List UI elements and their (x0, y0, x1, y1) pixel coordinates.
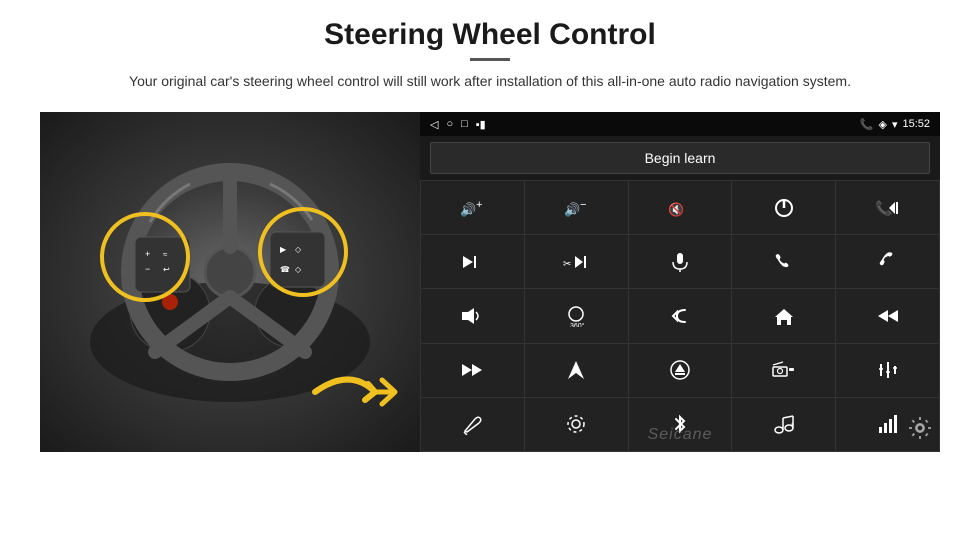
android-controls-wrapper: 🔊+ 🔊− 🔇 (420, 180, 940, 452)
horn-button[interactable] (421, 289, 524, 342)
rew-button[interactable] (836, 289, 939, 342)
status-bar-left: ◁ ○ □ ▪▮ (430, 118, 486, 131)
svg-text:🔇: 🔇 (668, 202, 684, 217)
page-title: Steering Wheel Control (129, 18, 851, 52)
bluetooth-button[interactable] (629, 398, 732, 451)
svg-text:+: + (790, 422, 794, 429)
android-panel: ◁ ○ □ ▪▮ 📞 ◈ ▾ 15:52 Begin learn (420, 112, 940, 452)
status-bar: ◁ ○ □ ▪▮ 📞 ◈ ▾ 15:52 (420, 112, 940, 136)
back-nav-icon[interactable]: ◁ (430, 118, 438, 131)
fwd-button[interactable] (421, 344, 524, 397)
content-row: + − ≈ ↩ ▶ ◇ ☎ ◇ (40, 112, 940, 452)
svg-text:🔊: 🔊 (460, 201, 476, 218)
gear-settings-icon[interactable] (908, 416, 932, 446)
mic-button[interactable] (629, 235, 732, 288)
recent-nav-icon[interactable]: □ (461, 118, 468, 130)
highlight-right-circle (258, 207, 348, 297)
music-button[interactable]: + (732, 398, 835, 451)
car-image-panel: + − ≈ ↩ ▶ ◇ ☎ ◇ (40, 112, 420, 452)
begin-learn-bar: Begin learn (420, 136, 940, 180)
status-time: 15:52 (902, 118, 930, 130)
svg-text:🔊: 🔊 (564, 201, 580, 218)
begin-learn-button[interactable]: Begin learn (430, 142, 930, 174)
vol-up-button[interactable]: 🔊+ (421, 181, 524, 234)
mute-button[interactable]: 🔇 (629, 181, 732, 234)
wifi-icon: ▾ (892, 118, 898, 131)
battery-status-icon: ▪▮ (476, 118, 486, 131)
car-background: + − ≈ ↩ ▶ ◇ ☎ ◇ (40, 112, 420, 452)
svg-text:360°: 360° (570, 322, 585, 327)
svg-text:−: − (580, 199, 586, 211)
eq-button[interactable] (836, 344, 939, 397)
ff-button[interactable]: ✂ (525, 235, 628, 288)
page-container: Steering Wheel Control Your original car… (0, 0, 980, 548)
nav-button[interactable] (525, 344, 628, 397)
radio-button[interactable] (732, 344, 835, 397)
svg-text:✂: ✂ (563, 259, 571, 270)
360-button[interactable]: 360° (525, 289, 628, 342)
eject-button[interactable] (629, 344, 732, 397)
vol-down-button[interactable]: 🔊− (525, 181, 628, 234)
settings-button[interactable] (525, 398, 628, 451)
home-button[interactable] (732, 289, 835, 342)
svg-text:+: + (476, 199, 482, 211)
phone-icon: 📞 (860, 118, 874, 131)
yellow-arrow-icon (310, 362, 400, 422)
pen-button[interactable] (421, 398, 524, 451)
status-bar-right: 📞 ◈ ▾ 15:52 (860, 118, 930, 131)
home-nav-icon[interactable]: ○ (446, 118, 453, 130)
power-button[interactable] (732, 181, 835, 234)
highlight-left-circle (100, 212, 190, 302)
back-button[interactable] (629, 289, 732, 342)
title-divider (470, 58, 510, 61)
page-subtitle: Your original car's steering wheel contr… (129, 71, 851, 92)
title-section: Steering Wheel Control Your original car… (129, 18, 851, 104)
phone-prev-button[interactable]: 📞 (836, 181, 939, 234)
call-button[interactable] (732, 235, 835, 288)
hang-up-button[interactable] (836, 235, 939, 288)
next-track-button[interactable] (421, 235, 524, 288)
controls-grid: 🔊+ 🔊− 🔇 (420, 180, 940, 452)
location-icon: ◈ (878, 118, 886, 131)
